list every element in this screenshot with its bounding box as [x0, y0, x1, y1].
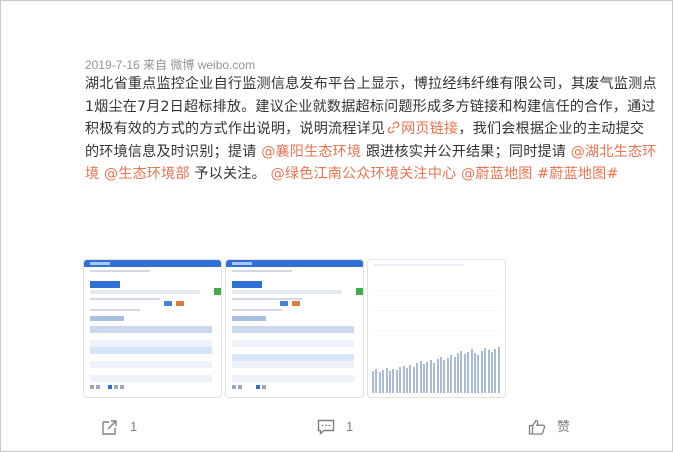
chart-bar [463, 354, 466, 393]
chart-bar [480, 351, 483, 393]
chart-bar [467, 352, 470, 393]
chart-bar [389, 371, 391, 393]
chart-bar [443, 360, 446, 393]
mention-link[interactable]: #蔚蓝地图# [537, 166, 618, 182]
chart-bar [453, 357, 456, 393]
mention-link[interactable]: @生态环境部 [104, 166, 190, 182]
chart-bar [491, 352, 493, 393]
chart-bar [494, 349, 497, 393]
chart-bar [375, 369, 378, 393]
chart-bar [450, 355, 453, 393]
chart-bar [426, 362, 429, 393]
post-text-segment: 予以关注。 [189, 166, 271, 182]
comment-button[interactable]: 1 [317, 419, 353, 435]
chart-bar [419, 361, 422, 393]
chart-bar [477, 355, 480, 393]
mention-link[interactable]: @襄阳生态环境 [261, 144, 361, 160]
chart-bar [402, 366, 405, 393]
chart-bar [395, 370, 398, 393]
chart-bar [412, 367, 415, 393]
chart-bar [484, 348, 487, 393]
chart-bar [416, 363, 419, 393]
chart-bar [487, 350, 490, 393]
post-image-3[interactable] [367, 259, 506, 398]
chart-bar [372, 371, 374, 393]
post-text: 湖北省重点监控企业自行监测信息发布平台上显示，博拉经纬纤维有限公司，其废气监测点… [85, 73, 657, 186]
post-image-2[interactable] [225, 259, 364, 398]
share-button[interactable]: 1 [101, 419, 137, 435]
mention-link[interactable]: @绿色江南公众环境关注中心 [271, 166, 457, 182]
chart-bar [399, 367, 402, 393]
chart-bar [382, 370, 385, 393]
chart-bar [446, 358, 449, 393]
chart-bar [392, 369, 395, 393]
share-icon [102, 420, 117, 435]
post-meta: 2019-7-16 来自 微博 weibo.com [85, 58, 256, 72]
share-count: 1 [130, 419, 138, 434]
chart-bar [378, 372, 381, 393]
post-text-segment: 跟进核实并公开结果；同时提请 [361, 143, 571, 160]
chart-bar [409, 365, 412, 393]
chart-bar [406, 368, 408, 393]
mention-link[interactable]: @蔚蓝地图 [461, 166, 532, 182]
web-link[interactable]: 网页链接 [401, 121, 458, 137]
like-label: 赞 [557, 419, 571, 434]
chart-bar [423, 364, 425, 393]
chart-bar [436, 359, 439, 393]
post-image-1[interactable] [83, 259, 222, 398]
comment-icon [317, 419, 335, 435]
weibo-post-card: 2019-7-16 来自 微博 weibo.com 湖北省重点监控企业自行监测信… [0, 0, 673, 452]
chart-bar [460, 351, 463, 393]
like-button[interactable]: 赞 [528, 419, 570, 435]
chart-bar [474, 353, 476, 393]
link-icon [387, 121, 400, 134]
chart-bar [385, 368, 388, 393]
chart-bar [457, 353, 459, 393]
comment-count: 1 [346, 419, 354, 434]
chart-bar [470, 349, 473, 393]
chart-bar [440, 357, 442, 393]
chart-bar [429, 360, 432, 393]
chart-bar [497, 347, 500, 393]
like-icon [528, 419, 546, 435]
chart-bar [433, 363, 436, 393]
